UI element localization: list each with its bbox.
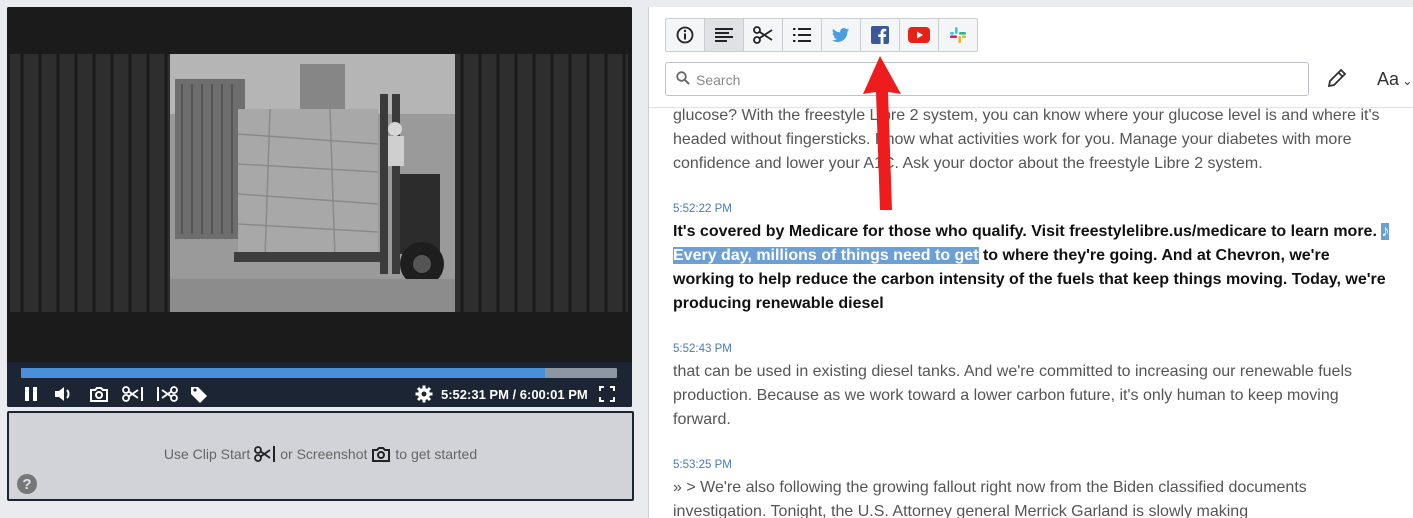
- list-tab[interactable]: [783, 19, 822, 51]
- facebook-icon: [871, 26, 889, 44]
- progress-fill: [21, 368, 546, 378]
- volume-icon: [55, 387, 70, 401]
- font-size-button[interactable]: Aa ⌄: [1377, 69, 1412, 90]
- progress-bar[interactable]: [21, 368, 617, 378]
- transcript-segment: 5:52:22 PM It's covered by Medicare for …: [673, 202, 1393, 316]
- transcript-text-prev[interactable]: glucose? With the freestyle Libre 2 syst…: [673, 104, 1393, 176]
- forklift-scene-image: [10, 54, 628, 312]
- tag-icon: [191, 387, 207, 403]
- facebook-tab[interactable]: [861, 19, 900, 51]
- tag-button[interactable]: [189, 384, 209, 404]
- scissors-icon: [753, 26, 773, 44]
- volume-button[interactable]: [53, 384, 75, 404]
- twitter-icon: [832, 28, 849, 42]
- video-player[interactable]: 5:52:31 PM / 6:00:01 PM: [7, 7, 632, 407]
- transcript-segment: 5:53:25 PM » > We're also following the …: [673, 458, 1393, 518]
- twitter-tab[interactable]: [822, 19, 861, 51]
- clip-start-icon: [254, 446, 276, 462]
- clip-instructions: Use Clip Start or Screenshot to get star…: [9, 445, 632, 463]
- youtube-icon: [908, 27, 930, 43]
- view-toolbar: [665, 18, 978, 52]
- transcript-text[interactable]: » > We're also following the growing fal…: [673, 476, 1393, 518]
- search-box: [665, 62, 1309, 96]
- transcript-body: glucose? With the freestyle Libre 2 syst…: [673, 107, 1393, 518]
- video-area[interactable]: [7, 7, 632, 362]
- current-time: 5:52:31 PM: [441, 387, 509, 402]
- transcript-text-current[interactable]: It's covered by Medicare for those who q…: [673, 220, 1393, 316]
- camera-icon: [372, 446, 391, 462]
- camera-icon: [90, 387, 108, 402]
- segment-timestamp[interactable]: 5:53:25 PM: [673, 458, 1393, 472]
- fullscreen-button[interactable]: [597, 384, 617, 404]
- clip-start-button[interactable]: [121, 384, 145, 404]
- font-size-label: Aa: [1377, 69, 1400, 89]
- time-display: 5:52:31 PM / 6:00:01 PM: [441, 387, 588, 402]
- transcript-pane: Aa ⌄ glucose? With the freestyle Libre 2…: [648, 7, 1413, 518]
- search-icon: [676, 71, 690, 85]
- info-icon: [676, 26, 694, 44]
- clip-middle-text: or Screenshot: [280, 446, 368, 462]
- pause-button[interactable]: [21, 384, 41, 404]
- slack-tab[interactable]: [939, 19, 977, 51]
- transcript-segment: 5:52:43 PM that can be used in existing …: [673, 342, 1393, 432]
- clip-end-button[interactable]: [155, 384, 179, 404]
- info-tab[interactable]: [666, 19, 705, 51]
- clip-start-icon: [122, 386, 143, 402]
- segment-text-before: It's covered by Medicare for those who q…: [673, 223, 1382, 240]
- screenshot-button[interactable]: [88, 384, 110, 404]
- left-pane: 5:52:31 PM / 6:00:01 PM Use Clip Start o…: [0, 0, 640, 518]
- slack-icon: [950, 27, 966, 43]
- clip-suffix-text: to get started: [395, 446, 478, 462]
- youtube-tab[interactable]: [900, 19, 939, 51]
- segment-timestamp[interactable]: 5:52:43 PM: [673, 342, 1393, 356]
- help-button[interactable]: ?: [17, 474, 37, 494]
- chevron-down-icon: ⌄: [1399, 74, 1413, 88]
- video-frame: [10, 54, 628, 312]
- list-icon: [793, 28, 811, 42]
- clip-panel: Use Clip Start or Screenshot to get star…: [7, 411, 634, 501]
- gear-icon: [415, 385, 433, 403]
- edit-button[interactable]: [1326, 67, 1348, 94]
- transcript-text[interactable]: that can be used in existing diesel tank…: [673, 360, 1393, 432]
- search-input[interactable]: [694, 67, 1298, 93]
- clips-tab[interactable]: [744, 19, 783, 51]
- transcript-icon: [715, 28, 733, 42]
- clip-prefix-text: Use Clip Start: [163, 446, 251, 462]
- total-time: / 6:00:01 PM: [512, 387, 588, 402]
- settings-button[interactable]: [413, 384, 435, 404]
- pause-icon: [25, 387, 37, 401]
- player-controls: 5:52:31 PM / 6:00:01 PM: [7, 362, 632, 407]
- pane-divider[interactable]: [640, 0, 648, 518]
- fullscreen-icon: [599, 386, 615, 402]
- transcript-tab[interactable]: [705, 19, 744, 51]
- pencil-icon: [1327, 68, 1347, 88]
- segment-timestamp[interactable]: 5:52:22 PM: [673, 202, 1393, 216]
- clip-end-icon: [157, 386, 178, 402]
